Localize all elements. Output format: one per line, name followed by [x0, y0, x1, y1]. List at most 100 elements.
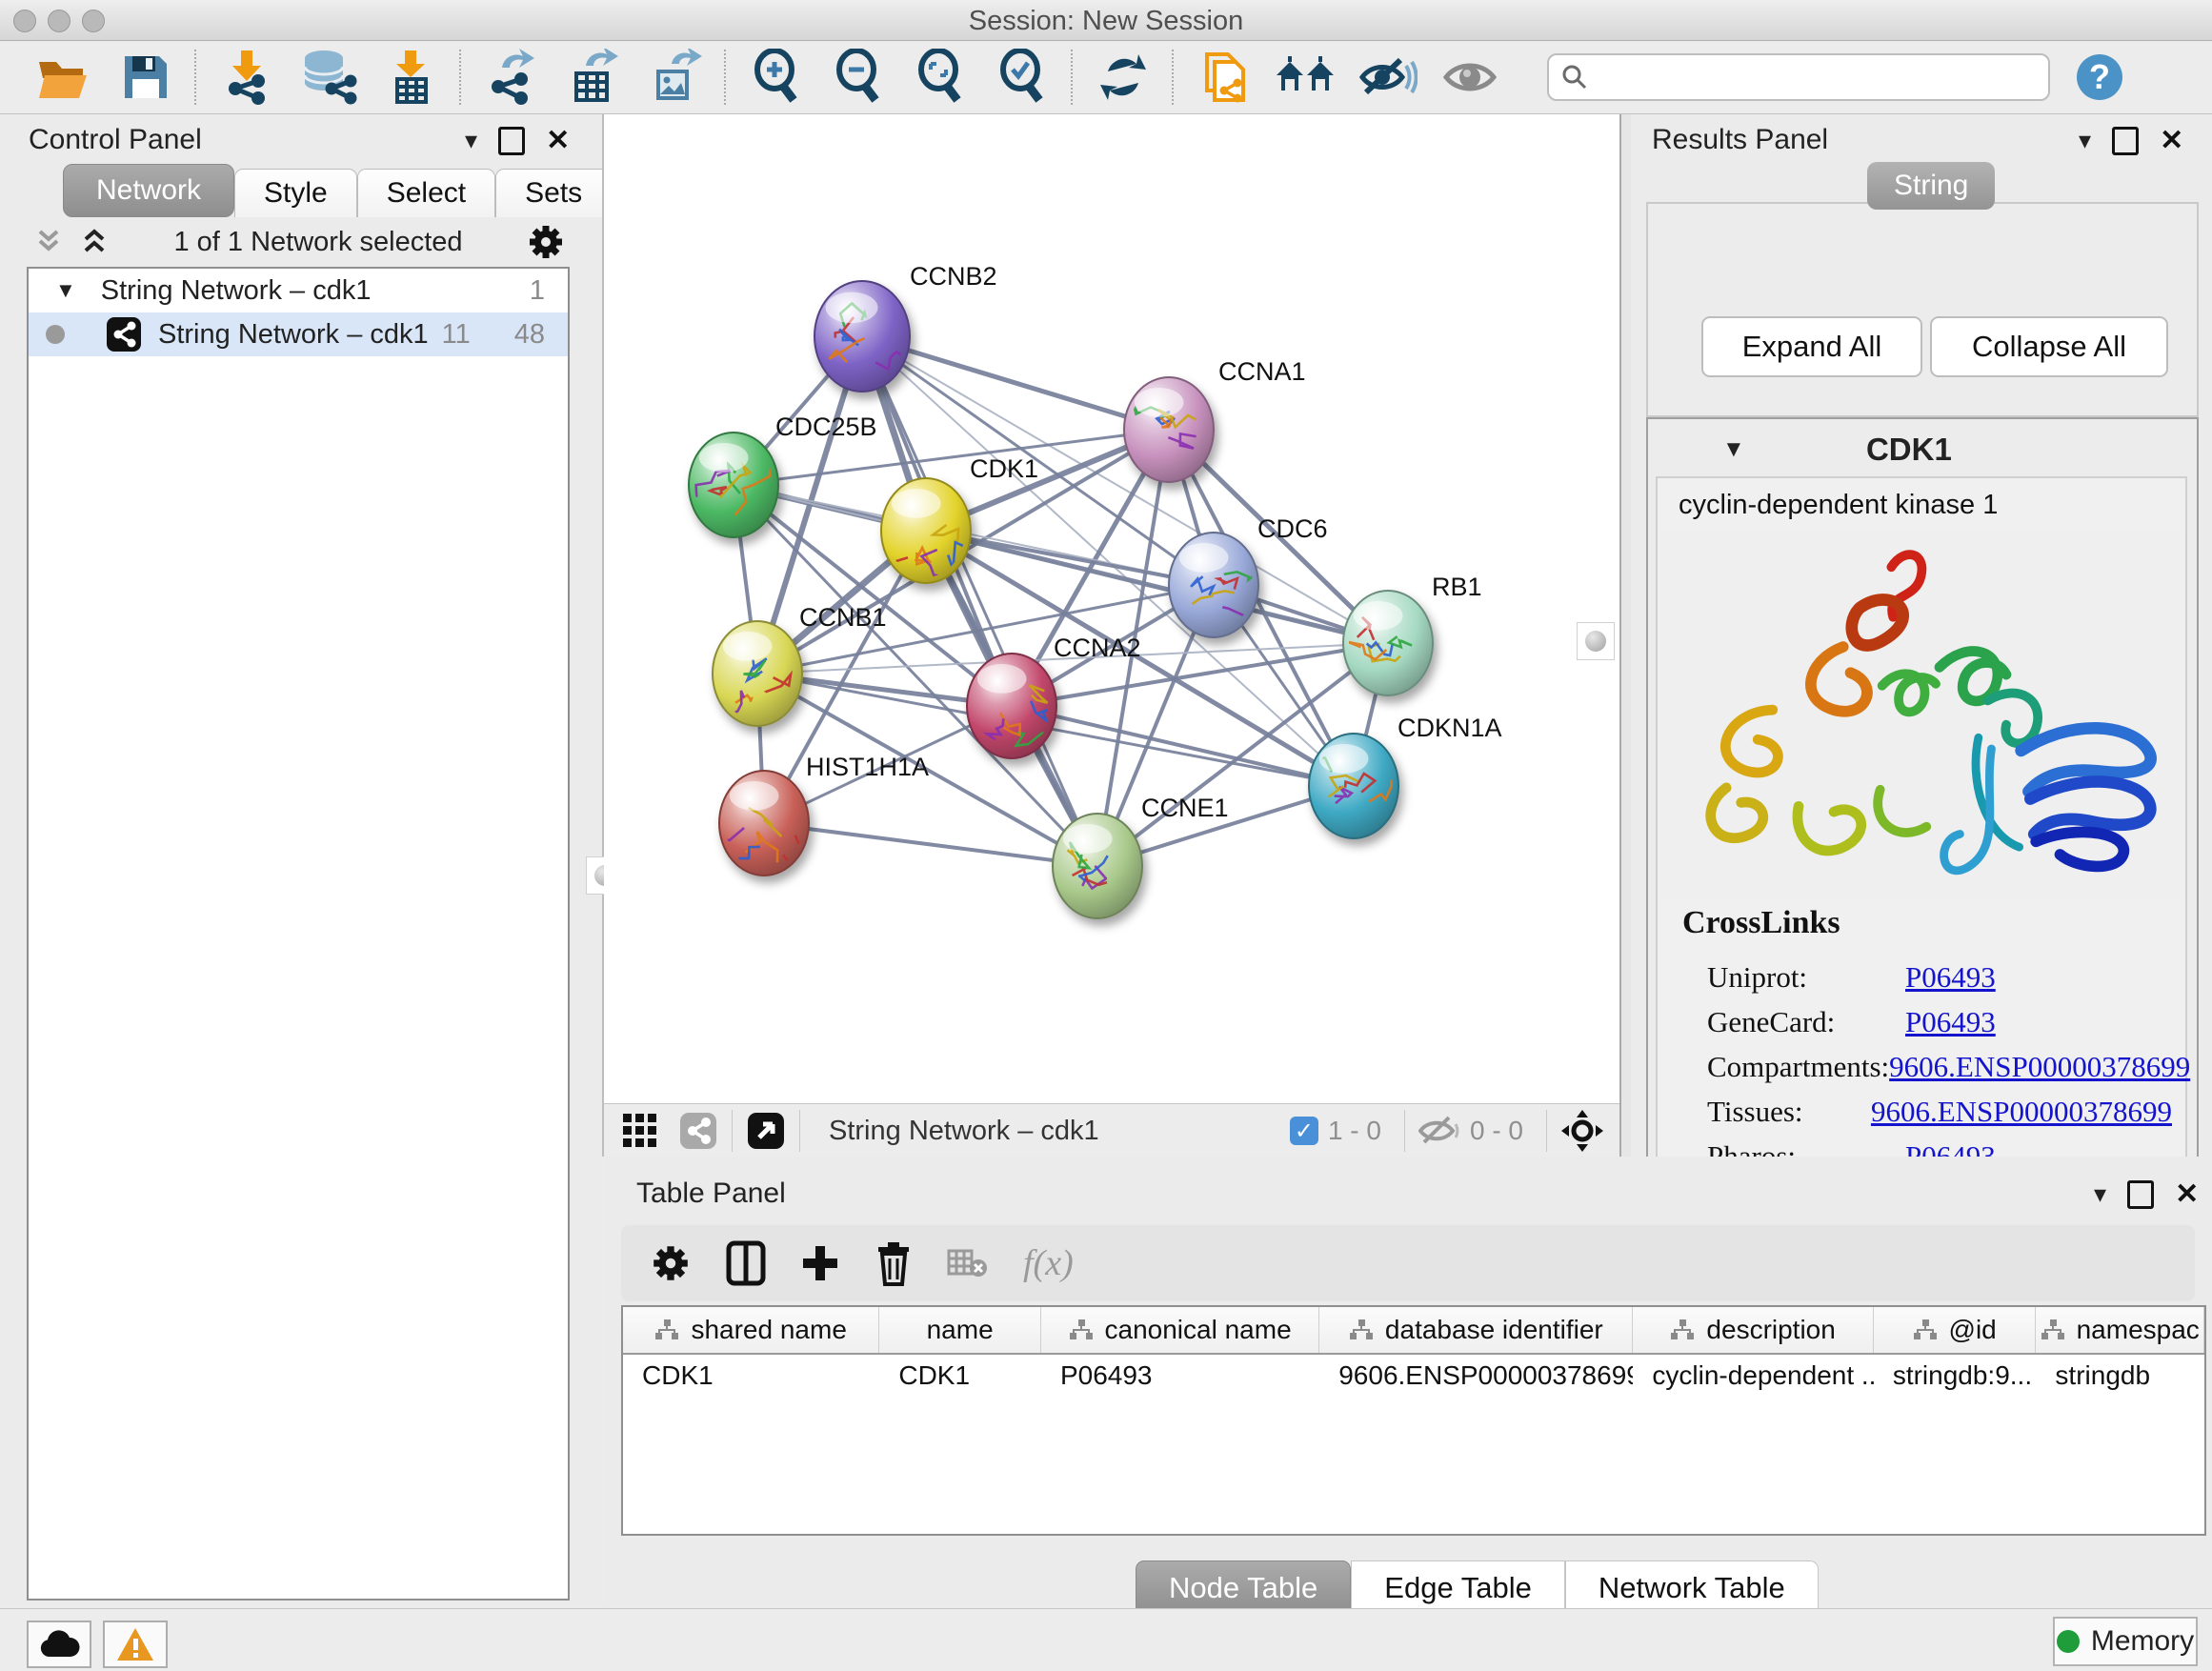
- memory-label: Memory: [2091, 1625, 2194, 1658]
- delete-column-button[interactable]: [875, 1240, 913, 1286]
- network-row[interactable]: String Network – cdk1 11 48: [29, 312, 568, 356]
- export-image-button[interactable]: [634, 47, 716, 108]
- expand-all-icon[interactable]: [78, 226, 111, 258]
- save-floppy-icon: [121, 52, 171, 102]
- table-cell[interactable]: 9606.ENSP00000378699: [1319, 1355, 1633, 1397]
- table-cell[interactable]: P06493: [1041, 1355, 1319, 1397]
- node-CCNA1[interactable]: [1124, 377, 1214, 482]
- panel-close-icon[interactable]: ✕: [546, 124, 570, 157]
- table-row[interactable]: CDK1CDK1P064939606.ENSP00000378699cyclin…: [623, 1355, 2204, 1397]
- table-options-button[interactable]: [650, 1242, 692, 1284]
- column-network-icon: [1670, 1319, 1695, 1340]
- function-builder-button[interactable]: f(x): [1023, 1242, 1074, 1284]
- crosslink-value-link[interactable]: 9606.ENSP00000378699: [1889, 1050, 2190, 1084]
- column-header--id[interactable]: @id: [1874, 1307, 2037, 1353]
- node-CCNA2[interactable]: [967, 654, 1056, 758]
- grid-view-icon[interactable]: [621, 1112, 659, 1150]
- edge-HIST1H1A-CCNE1[interactable]: [764, 823, 1097, 866]
- zoom-fit-content-button[interactable]: [899, 47, 981, 108]
- column-header-shared-name[interactable]: shared name: [623, 1307, 879, 1353]
- export-table-button[interactable]: [553, 47, 634, 108]
- panel-close-icon[interactable]: ✕: [2160, 124, 2183, 157]
- birds-eye-icon[interactable]: [1560, 1109, 1604, 1153]
- column-header-database-identifier[interactable]: database identifier: [1319, 1307, 1633, 1353]
- column-header-canonical-name[interactable]: canonical name: [1041, 1307, 1319, 1353]
- node-CCNB1[interactable]: [713, 621, 802, 726]
- zoom-out-button[interactable]: [817, 47, 899, 108]
- crosslink-value-link[interactable]: P06493: [1905, 1005, 1996, 1039]
- zoom-in-button[interactable]: [735, 47, 817, 108]
- crosslink-label: Uniprot:: [1707, 960, 1905, 995]
- node-CDC25B[interactable]: [689, 433, 778, 537]
- table-cell[interactable]: stringdb:9...: [1874, 1355, 2037, 1397]
- node-CDKN1A[interactable]: [1307, 734, 1398, 838]
- node-CCNE1[interactable]: [1053, 814, 1142, 918]
- node-CCNB2[interactable]: [814, 281, 910, 392]
- node-table: shared namenamecanonical namedatabase id…: [621, 1305, 2206, 1536]
- detach-view-icon[interactable]: [746, 1111, 786, 1151]
- collapse-all-button[interactable]: Collapse All: [1930, 316, 2168, 377]
- tab-select[interactable]: Select: [357, 169, 495, 217]
- tab-style[interactable]: Style: [234, 169, 357, 217]
- right-splitter-handle[interactable]: [1577, 622, 1615, 660]
- network-collection-row[interactable]: ▼ String Network – cdk1 1: [29, 269, 568, 312]
- expand-all-button[interactable]: Expand All: [1701, 316, 1922, 377]
- selected-checkbox-icon[interactable]: ✓: [1290, 1117, 1318, 1145]
- panel-menu-icon[interactable]: ▾: [465, 126, 477, 155]
- panel-menu-icon[interactable]: ▾: [2079, 126, 2091, 155]
- gene-header[interactable]: ▼ CDK1: [1654, 425, 2187, 474]
- table-cell[interactable]: CDK1: [623, 1355, 879, 1397]
- memory-button[interactable]: Memory: [2053, 1617, 2198, 1666]
- hidden-eye-icon[interactable]: [1418, 1114, 1460, 1148]
- toolbar-separator: [1071, 50, 1075, 105]
- show-all-button[interactable]: [1429, 47, 1511, 108]
- node-CDC6[interactable]: [1169, 533, 1264, 637]
- help-button[interactable]: ?: [2077, 54, 2122, 100]
- panel-float-icon[interactable]: [498, 127, 525, 155]
- node-HIST1H1A[interactable]: [700, 771, 809, 876]
- collapse-all-icon[interactable]: [32, 226, 65, 258]
- delete-table-button[interactable]: [947, 1247, 989, 1279]
- export-network-button[interactable]: [471, 47, 553, 108]
- first-neighbors-button[interactable]: [1265, 47, 1347, 108]
- save-session-button[interactable]: [105, 47, 187, 108]
- column-header-description[interactable]: description: [1633, 1307, 1873, 1353]
- import-network-file-button[interactable]: [206, 47, 288, 108]
- network-snapshot-button[interactable]: [1183, 47, 1265, 108]
- hide-selected-button[interactable]: [1347, 47, 1429, 108]
- import-table-file-button[interactable]: [370, 47, 452, 108]
- show-columns-button[interactable]: [726, 1240, 766, 1286]
- tab-sets[interactable]: Sets: [495, 169, 612, 217]
- panel-float-icon[interactable]: [2112, 127, 2139, 155]
- panel-close-icon[interactable]: ✕: [2175, 1178, 2199, 1211]
- crosslink-value-link[interactable]: P06493: [1905, 960, 1996, 995]
- create-column-button[interactable]: [800, 1243, 840, 1283]
- tab-string[interactable]: String: [1867, 162, 1995, 210]
- crosslink-value-link[interactable]: 9606.ENSP00000378699: [1871, 1095, 2172, 1129]
- warning-status-button[interactable]: [103, 1621, 168, 1668]
- column-header-name[interactable]: name: [879, 1307, 1041, 1353]
- edge-CCNA2-CDKN1A[interactable]: [1012, 706, 1354, 786]
- control-panel-title: Control Panel: [29, 124, 202, 156]
- zoom-selected-button[interactable]: [981, 47, 1063, 108]
- search-input[interactable]: [1589, 62, 2012, 93]
- refresh-network-button[interactable]: [1082, 47, 1164, 108]
- edge-CCNB2-CCNE1[interactable]: [862, 336, 1097, 866]
- open-session-button[interactable]: [23, 47, 105, 108]
- table-cell[interactable]: CDK1: [879, 1355, 1041, 1397]
- tree-expander-icon[interactable]: ▼: [55, 278, 76, 303]
- panel-float-icon[interactable]: [2127, 1180, 2154, 1209]
- column-header-namespac[interactable]: namespac: [2036, 1307, 2204, 1353]
- columns-icon: [726, 1240, 766, 1286]
- network-share-gray-icon[interactable]: [678, 1111, 718, 1151]
- table-cell[interactable]: stringdb: [2036, 1355, 2204, 1397]
- node-RB1[interactable]: [1343, 591, 1433, 695]
- network-options-gear-icon[interactable]: [526, 222, 566, 262]
- import-network-database-button[interactable]: [288, 47, 370, 108]
- table-cell[interactable]: cyclin-dependent ...: [1633, 1355, 1873, 1397]
- gene-expander-icon[interactable]: ▼: [1722, 436, 1745, 463]
- panel-menu-icon[interactable]: ▾: [2094, 1179, 2106, 1209]
- network-canvas[interactable]: CCNB2CCNA1CDC25BCDK1CDC6RB1CCNB1CCNA2CDK…: [604, 114, 1619, 1103]
- tab-network[interactable]: Network: [63, 164, 234, 217]
- cloud-status-button[interactable]: [27, 1621, 91, 1668]
